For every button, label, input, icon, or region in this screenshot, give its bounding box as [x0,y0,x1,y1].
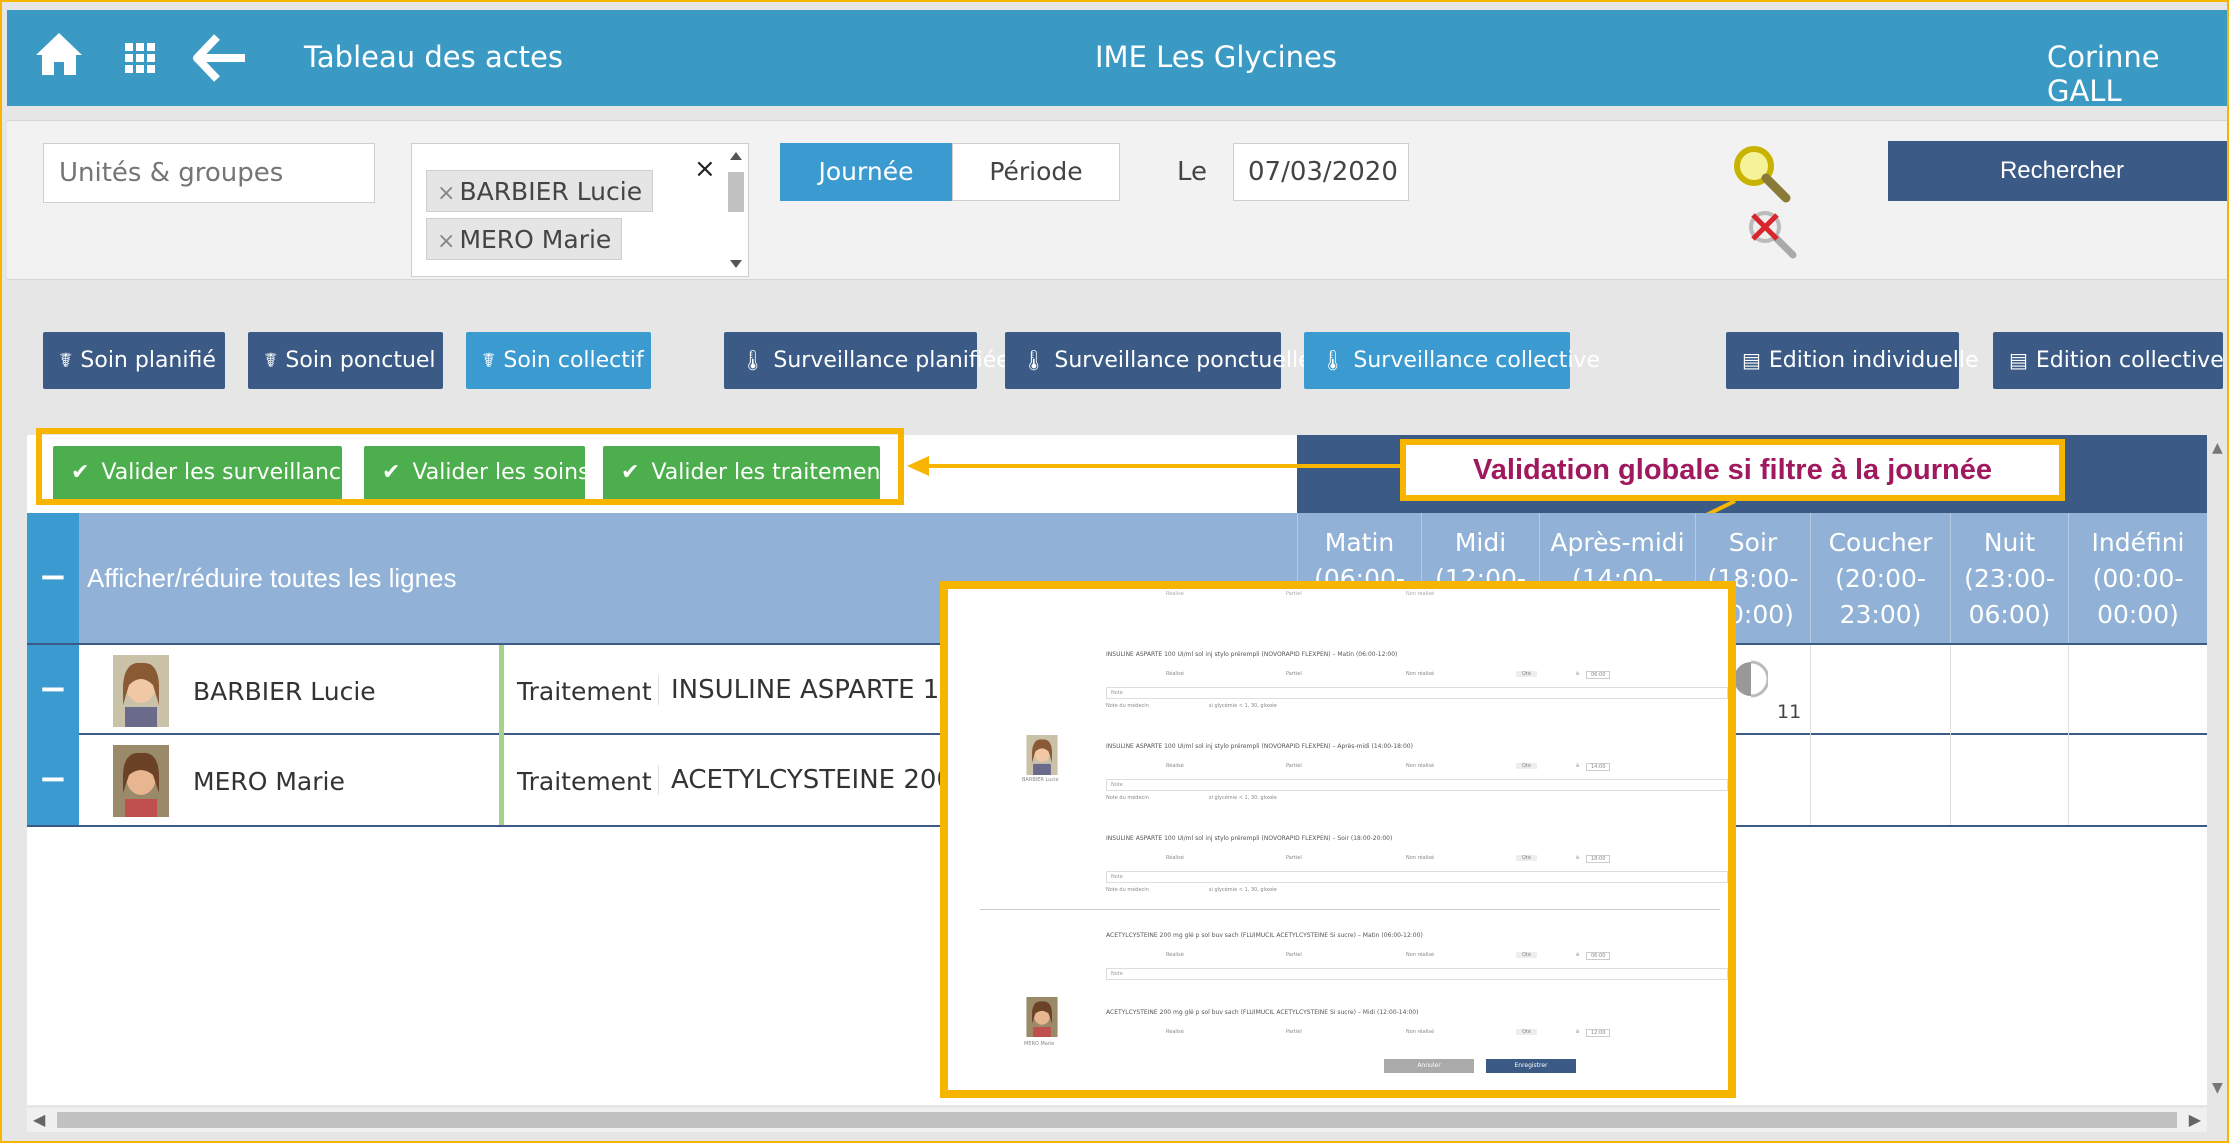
scroll-thumb[interactable] [57,1112,2177,1128]
validation-callout: Validation globale si filtre à la journé… [1400,439,2065,501]
collapse-all-icon[interactable]: − [27,513,79,643]
column-header: Nuit (23:00- 06:00) [1950,513,2068,643]
collapse-row-icon[interactable]: − [27,645,79,735]
dialog-section: ACETYLCYSTEINE 200 mg glé p sol buv sach… [1106,932,1728,980]
scroll-right-icon[interactable]: ▶ [2189,1110,2201,1129]
type-indicator [499,645,504,735]
toggle-all-label[interactable]: Afficher/réduire toutes les lignes [87,563,457,594]
column-header: Indéfini (00:00- 00:00) [2068,513,2207,643]
avatar [1026,735,1058,775]
dialog-section: INSULINE ASPARTE 100 UI/ml sol inj stylo… [1106,835,1728,893]
avatar [113,655,169,727]
dialog-section: INSULINE ASPARTE 100 UI/ml sol inj stylo… [1106,743,1728,801]
avatar [1026,997,1058,1037]
validation-dialog-preview: Réalisé Partiel Non réalisé INSULINE ASP… [940,581,1736,1098]
scroll-left-icon[interactable]: ◀ [33,1110,45,1129]
dialog-section: INSULINE ASPARTE 100 UI/ml sol inj stylo… [1106,651,1728,709]
type-indicator [499,735,504,825]
partial-status-icon[interactable] [1734,659,1770,703]
soir-count: 11 [1777,701,1802,723]
save-button: Enregistrer [1486,1059,1576,1073]
act-type: Traitement [517,677,652,706]
act-type: Traitement [517,767,652,796]
patient-name[interactable]: BARBIER Lucie [193,677,376,706]
column-header: Coucher (20:00- 23:00) [1810,513,1950,643]
scroll-up-icon[interactable]: ▲ [2212,440,2223,456]
cancel-button: Annuler [1384,1059,1474,1073]
collapse-row-icon[interactable]: − [27,735,79,825]
avatar [113,745,169,817]
patient-name[interactable]: MERO Marie [193,767,345,796]
dialog-section: ACETYLCYSTEINE 200 mg glé p sol buv sach… [1106,1009,1728,1037]
scroll-down-icon[interactable]: ▼ [2212,1080,2223,1096]
horizontal-scrollbar[interactable]: ◀ ▶ [27,1108,2207,1132]
